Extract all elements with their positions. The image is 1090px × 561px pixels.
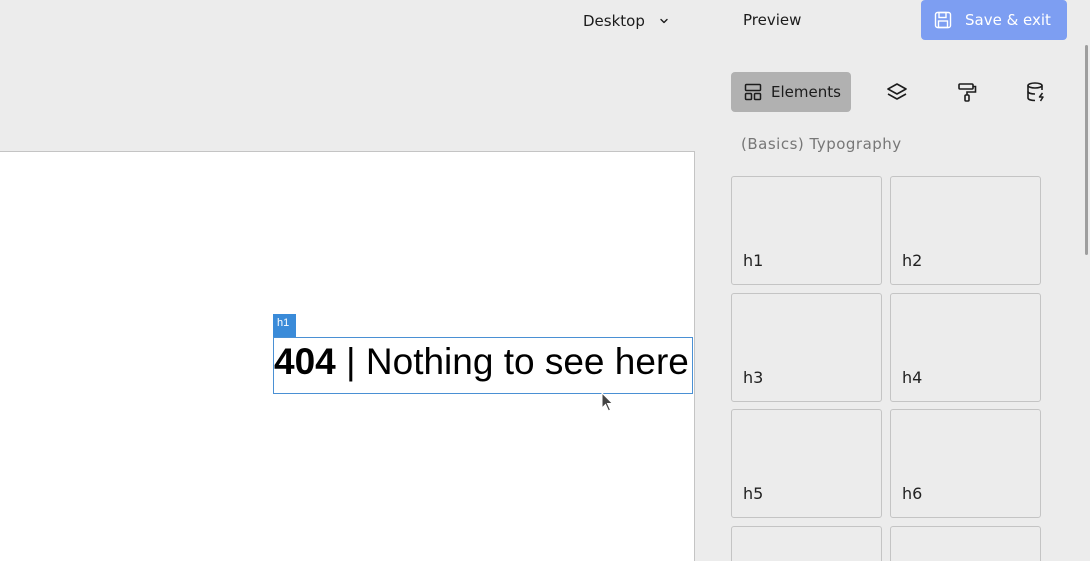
- layout-icon: [744, 83, 762, 101]
- element-h3[interactable]: h3: [731, 293, 882, 402]
- element-partial[interactable]: [890, 526, 1041, 561]
- device-selector[interactable]: Desktop: [583, 11, 669, 31]
- tab-style[interactable]: [956, 72, 980, 112]
- heading-element[interactable]: 404 | Nothing to see here: [273, 337, 693, 394]
- element-label: h6: [902, 484, 923, 503]
- element-label: h4: [902, 368, 923, 387]
- device-label: Desktop: [583, 12, 645, 30]
- save-exit-label: Save & exit: [965, 11, 1051, 29]
- element-h1[interactable]: h1: [731, 176, 882, 285]
- element-h4[interactable]: h4: [890, 293, 1041, 402]
- element-h6[interactable]: h6: [890, 409, 1041, 518]
- tab-elements-label: Elements: [771, 83, 841, 101]
- save-exit-button[interactable]: Save & exit: [921, 0, 1067, 40]
- paint-roller-icon: [958, 83, 977, 102]
- element-label: h1: [743, 251, 764, 270]
- element-h2[interactable]: h2: [890, 176, 1041, 285]
- layers-icon: [887, 83, 907, 100]
- tab-elements[interactable]: Elements: [731, 72, 851, 112]
- preview-button[interactable]: Preview: [743, 11, 801, 31]
- element-label: h3: [743, 368, 764, 387]
- element-h5[interactable]: h5: [731, 409, 882, 518]
- top-toolbar: Desktop Preview Save & exit: [0, 0, 1090, 41]
- database-icon: [1027, 82, 1044, 102]
- heading-text: | Nothing to see here: [335, 341, 689, 382]
- chevron-down-icon: [660, 18, 668, 24]
- tab-layers[interactable]: [886, 72, 910, 112]
- save-icon: [934, 11, 952, 29]
- element-partial[interactable]: [731, 526, 882, 561]
- selected-element-tag: h1: [273, 314, 296, 337]
- sidebar-scrollbar[interactable]: [1085, 45, 1088, 255]
- section-title: (Basics) Typography: [741, 135, 902, 153]
- mouse-cursor-icon: [601, 392, 614, 412]
- element-label: h2: [902, 251, 923, 270]
- heading-bold-text: 404: [274, 341, 336, 382]
- tab-data[interactable]: [1025, 72, 1049, 112]
- element-label: h5: [743, 484, 764, 503]
